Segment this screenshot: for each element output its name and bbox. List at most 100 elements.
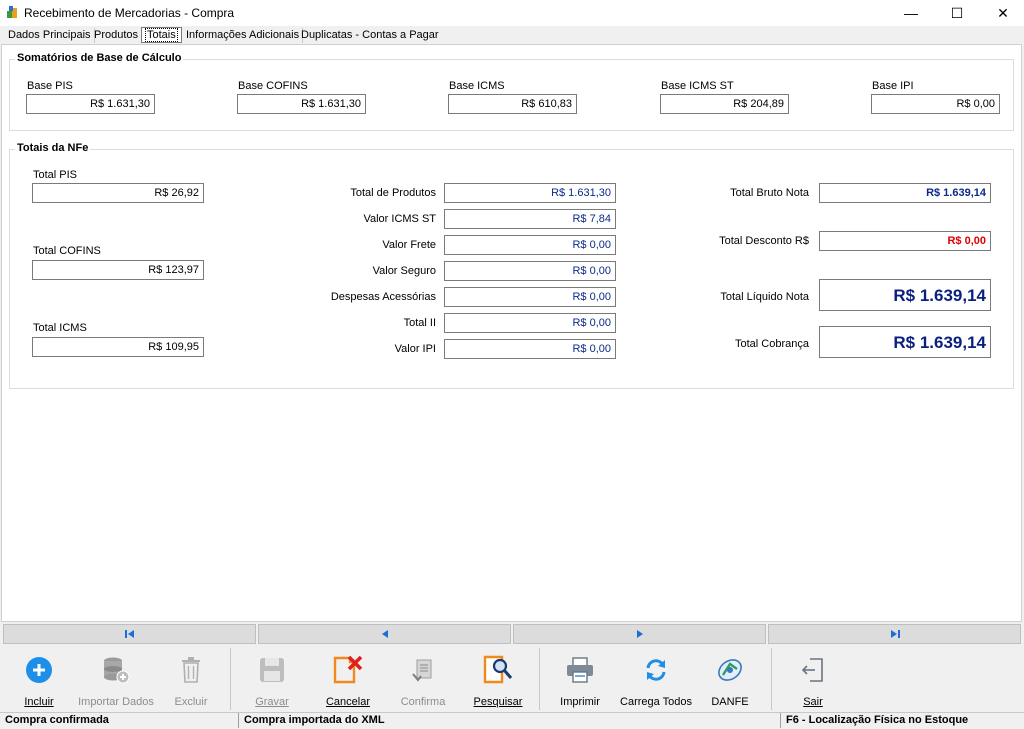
field-total-ii[interactable]: R$ 0,00 [444,313,616,333]
label-despesas-acessorias: Despesas Acessórias [330,291,436,303]
label-total-cofins: Total COFINS [33,245,101,257]
nav-last-button[interactable] [768,624,1021,644]
maximize-button[interactable]: ☐ [934,0,980,26]
field-valor-ipi[interactable]: R$ 0,00 [444,339,616,359]
field-base-ipi[interactable]: R$ 0,00 [871,94,1000,114]
confirma-button[interactable]: Confirma [398,650,448,710]
toolbar-separator [771,648,772,710]
field-valor-frete[interactable]: R$ 0,00 [444,235,616,255]
field-total-icms[interactable]: R$ 109,95 [32,337,204,357]
label-valor-seguro: Valor Seguro [372,265,436,277]
group-totais-title: Totais da NFe [15,142,91,154]
field-base-icms[interactable]: R$ 610,83 [448,94,577,114]
next-record-icon [636,630,643,638]
label-base-icms-st: Base ICMS ST [661,80,734,92]
printer-icon [567,657,593,683]
status-left: Compra confirmada [5,714,109,726]
field-valor-seguro[interactable]: R$ 0,00 [444,261,616,281]
label-valor-frete: Valor Frete [382,239,436,251]
tab-dados-principais[interactable]: Dados Principais [5,28,95,43]
toolbar-separator [539,648,540,710]
last-record-icon [890,630,900,638]
previous-record-icon [381,630,388,638]
danfe-label: DANFE [711,696,749,708]
incluir-label: Incluir [24,696,54,708]
incluir-button[interactable]: Incluir [14,650,64,710]
label-base-icms: Base ICMS [449,80,505,92]
exit-icon [801,658,823,682]
first-record-icon [124,630,134,638]
gravar-button[interactable]: Gravar [247,650,297,710]
field-total-liquido-nota[interactable]: R$ 1.639,14 [819,279,991,311]
field-base-cofins[interactable]: R$ 1.631,30 [237,94,366,114]
label-total-pis: Total PIS [33,169,78,181]
window-title: Recebimento de Mercadorias - Compra [24,6,235,20]
cancel-document-icon [333,655,363,684]
tab-informacoes-adicionais[interactable]: Informações Adicionais [183,28,304,43]
tab-duplicatas[interactable]: Duplicatas - Contas a Pagar [298,28,442,43]
cancelar-label: Cancelar [325,696,371,708]
toolbar-separator [230,648,231,710]
carrega-todos-button[interactable]: Carrega Todos [620,650,692,710]
label-valor-ipi: Valor IPI [394,343,436,355]
label-base-cofins: Base COFINS [238,80,308,92]
field-base-icms-st[interactable]: R$ 204,89 [660,94,789,114]
label-total-ii: Total II [403,317,436,329]
sair-label: Sair [803,696,823,708]
app-icon [7,6,17,18]
imprimir-button[interactable]: Imprimir [555,650,605,710]
nav-first-button[interactable] [3,624,256,644]
add-icon [26,657,52,683]
confirma-label: Confirma [400,696,446,708]
label-total-desconto: Total Desconto R$ [719,235,809,247]
tab-totais[interactable]: Totais [141,27,182,43]
status-middle: Compra importada do XML [244,714,385,726]
danfe-button[interactable]: DANFE [705,650,755,710]
label-total-cobranca: Total Cobrança [735,338,809,350]
minimize-button[interactable]: — [888,0,934,26]
status-separator [238,713,239,728]
pesquisar-label: Pesquisar [473,696,523,708]
field-total-desconto[interactable]: R$ 0,00 [819,231,991,251]
cancelar-button[interactable]: Cancelar [320,650,376,710]
confirm-document-icon [412,659,432,682]
excluir-label: Excluir [174,696,208,708]
imprimir-label: Imprimir [560,696,600,708]
search-document-icon [483,655,513,684]
tab-totais-label: Totais [145,28,178,42]
tab-produtos[interactable]: Produtos [91,28,143,43]
field-despesas-acessorias[interactable]: R$ 0,00 [444,287,616,307]
field-total-cobranca[interactable]: R$ 1.639,14 [819,326,991,358]
pesquisar-button[interactable]: Pesquisar [470,650,526,710]
field-valor-icms-st[interactable]: R$ 7,84 [444,209,616,229]
excluir-button[interactable]: Excluir [166,650,216,710]
label-base-ipi: Base IPI [872,80,914,92]
status-separator [780,713,781,728]
field-total-cofins[interactable]: R$ 123,97 [32,260,204,280]
group-bases-title: Somatórios de Base de Cálculo [15,52,184,64]
gravar-label: Gravar [255,696,289,708]
label-valor-icms-st: Valor ICMS ST [363,213,436,225]
close-button[interactable]: ✕ [980,0,1024,26]
importar-dados-button[interactable]: Importar Dados [76,650,156,710]
nav-prev-button[interactable] [258,624,511,644]
field-total-produtos[interactable]: R$ 1.631,30 [444,183,616,203]
status-right: F6 - Localização Física no Estoque [786,714,969,726]
trash-icon [182,657,200,683]
field-total-pis[interactable]: R$ 26,92 [32,183,204,203]
refresh-icon [646,659,666,681]
label-total-produtos: Total de Produtos [350,187,436,199]
label-total-liquido-nota: Total Líquido Nota [720,291,809,303]
field-base-pis[interactable]: R$ 1.631,30 [26,94,155,114]
importar-dados-label: Importar Dados [78,696,154,708]
label-total-icms: Total ICMS [33,322,87,334]
nav-next-button[interactable] [513,624,766,644]
danfe-icon [718,659,742,681]
carrega-todos-label: Carrega Todos [620,696,692,708]
save-icon [260,658,284,682]
label-total-bruto-nota: Total Bruto Nota [730,187,809,199]
label-base-pis: Base PIS [27,80,73,92]
field-total-bruto-nota[interactable]: R$ 1.639,14 [819,183,991,203]
sair-button[interactable]: Sair [790,650,836,710]
database-add-icon [104,657,130,684]
